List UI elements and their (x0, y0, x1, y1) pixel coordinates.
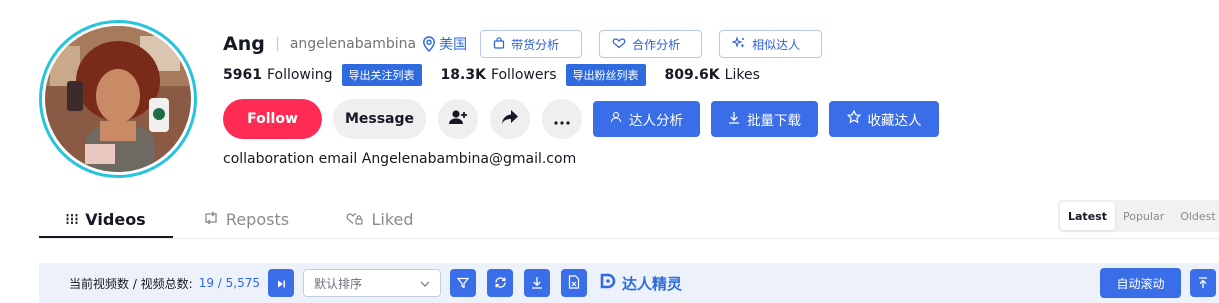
name-row: Ang angelenabambina 美国 带货分析 合作分析 相似达人 (223, 29, 823, 59)
star-icon (846, 109, 861, 128)
sort-order-select[interactable]: 默认排序 (303, 269, 442, 297)
favorite-creator-button[interactable]: 收藏达人 (829, 101, 939, 137)
play-next-button[interactable] (268, 269, 295, 297)
tab-reposts-label: Reposts (225, 209, 290, 229)
username: angelenabambina (289, 36, 417, 52)
sort-order-value: 默认排序 (314, 276, 363, 291)
download-icon (531, 274, 543, 293)
bio-text: collaboration email Angelenabambina@gmai… (223, 151, 577, 167)
creator-analysis-button[interactable]: 达人分析 (593, 101, 700, 137)
more-options-button[interactable] (542, 99, 582, 139)
excel-file-icon (568, 274, 580, 293)
similar-creators-label: 相似达人 (752, 37, 801, 52)
location-pin-icon (422, 36, 436, 52)
batch-download-button[interactable]: 批量下载 (711, 101, 818, 137)
sales-analysis-label: 带货分析 (511, 37, 560, 52)
video-count-value: 19 / 5,575 (198, 276, 261, 290)
sales-analysis-button[interactable]: 带货分析 (480, 30, 583, 58)
cooperation-analysis-label: 合作分析 (632, 37, 681, 52)
filter-button[interactable] (450, 269, 477, 297)
followers-count: 18.3K (440, 67, 486, 83)
similar-creators-button[interactable]: 相似达人 (719, 30, 823, 58)
avatar-image (45, 26, 191, 172)
add-user-icon (448, 109, 468, 129)
content-tabs: Videos Reposts Liked (39, 200, 441, 238)
brand-logo: 达人精灵 (597, 271, 682, 295)
add-friend-button[interactable] (438, 99, 478, 139)
handshake-icon (612, 37, 626, 52)
followers-label: Followers (490, 67, 557, 83)
sort-popular[interactable]: Popular (1115, 202, 1172, 230)
video-toolbar: 当前视频数 / 视频总数: 19 / 5,575 默认排序 达人精灵 自动滚动 (39, 263, 1219, 303)
tabs-divider (39, 238, 1219, 239)
batch-download-label: 批量下载 (747, 113, 801, 129)
arrow-up-icon (1198, 274, 1208, 293)
tab-liked[interactable]: Liked (319, 200, 441, 238)
bag-icon (493, 36, 505, 52)
tab-liked-label: Liked (371, 209, 414, 229)
tab-videos[interactable]: Videos (39, 200, 173, 238)
avatar[interactable] (39, 20, 197, 178)
brand-mark-icon (597, 271, 617, 295)
cooperation-analysis-button[interactable]: 合作分析 (599, 30, 703, 58)
export-excel-button[interactable] (561, 269, 588, 297)
share-button[interactable] (490, 99, 530, 139)
back-to-top-button[interactable] (1190, 269, 1216, 297)
stats-row: 5961 Following 导出关注列表 18.3K Followers 导出… (223, 64, 760, 86)
action-row: Follow Message 达人分析 批量下载 收藏达人 (223, 99, 939, 139)
download-button[interactable] (524, 269, 551, 297)
export-followers-button[interactable]: 导出粉丝列表 (565, 64, 646, 86)
chevron-down-icon (420, 276, 430, 290)
likes-count: 809.6K (664, 67, 720, 83)
follow-button[interactable]: Follow (223, 99, 322, 139)
sort-oldest[interactable]: Oldest (1172, 202, 1219, 230)
export-following-button[interactable]: 导出关注列表 (341, 64, 422, 86)
divider (276, 37, 278, 51)
following-label: Following (266, 67, 333, 83)
grid-icon (66, 210, 79, 229)
sparkle-icon (731, 35, 746, 53)
creator-analysis-label: 达人分析 (629, 113, 683, 129)
filter-icon (456, 274, 470, 293)
download-icon (728, 111, 740, 128)
nickname: Ang (223, 33, 265, 55)
skip-forward-icon (276, 274, 286, 293)
brand-name: 达人精灵 (622, 274, 683, 293)
video-count-label: 当前视频数 / 视频总数: (69, 276, 193, 291)
user-outline-icon (610, 111, 622, 127)
repost-icon (203, 210, 219, 229)
following-count: 5961 (223, 67, 262, 83)
tab-reposts[interactable]: Reposts (173, 200, 319, 238)
heart-lock-icon (346, 210, 364, 229)
tab-videos-label: Videos (85, 209, 146, 229)
sort-control: Latest Popular Oldest (1058, 200, 1219, 232)
location-text: 美国 (439, 37, 468, 53)
share-arrow-icon (501, 109, 519, 129)
favorite-creator-label: 收藏达人 (867, 113, 922, 129)
refresh-icon (494, 274, 507, 293)
refresh-button[interactable] (487, 269, 514, 297)
auto-scroll-button[interactable]: 自动滚动 (1100, 268, 1181, 298)
message-button[interactable]: Message (333, 99, 426, 139)
sort-latest[interactable]: Latest (1060, 202, 1115, 230)
more-dots-icon (554, 110, 570, 129)
likes-label: Likes (724, 67, 760, 83)
